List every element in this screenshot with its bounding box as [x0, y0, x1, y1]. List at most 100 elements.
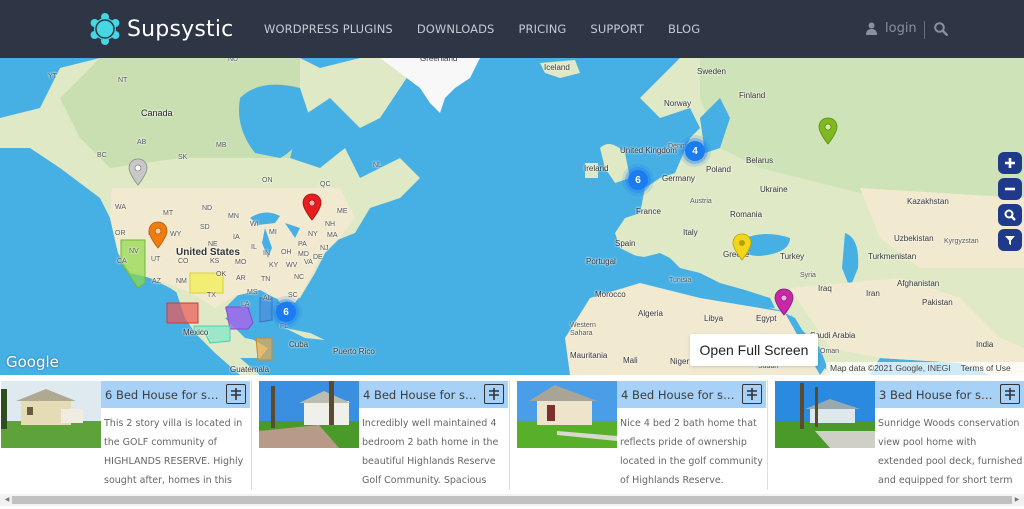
scrollbar-thumb[interactable]: [12, 496, 1012, 504]
scroll-right-arrow-icon[interactable]: ▶: [1012, 496, 1022, 504]
listing-title-bar: 3 Bed House for sale i...: [875, 381, 1024, 408]
nav-wordpress-plugins[interactable]: WORDPRESS PLUGINS: [264, 22, 393, 36]
nav-pricing[interactable]: PRICING: [518, 22, 566, 36]
nav-downloads[interactable]: DOWNLOADS: [417, 22, 495, 36]
signpost-icon[interactable]: [1000, 384, 1020, 404]
scroll-left-arrow-icon[interactable]: ◀: [2, 496, 12, 504]
map-label-region: KS: [210, 258, 220, 265]
map-label-region: LA: [241, 301, 250, 308]
map-label-region: BC: [97, 152, 107, 159]
listing-photo: [259, 381, 359, 448]
map-label-region: DE: [313, 254, 323, 261]
zoom-in-button[interactable]: [998, 152, 1022, 174]
map-label-region: AR: [236, 275, 246, 282]
map-label-region: ME: [337, 208, 348, 215]
map-label-region: MA: [327, 232, 338, 239]
listing-photo: [517, 381, 617, 448]
map-label-country: Afghanistan: [897, 279, 940, 288]
map-label-country: Poland: [706, 165, 731, 174]
map-label-region: YT: [48, 73, 57, 80]
listing-title[interactable]: 3 Bed House for sale i...: [879, 388, 999, 402]
map-label-region: ON: [262, 177, 273, 184]
map-label-country: Iran: [866, 289, 880, 298]
map-label-country: Greenland: [420, 58, 458, 63]
map-label-country: India: [976, 340, 994, 349]
listing-title[interactable]: 4 Bed House for sale ...: [621, 388, 741, 402]
nav-support[interactable]: SUPPORT: [590, 22, 644, 36]
main-nav: WORDPRESS PLUGINS DOWNLOADS PRICING SUPP…: [264, 22, 724, 36]
signpost-icon[interactable]: [742, 384, 762, 404]
signpost-icon[interactable]: [484, 384, 504, 404]
listing-photo: [775, 381, 875, 448]
map-label-country: Turkey: [780, 252, 805, 261]
map-marker-pin[interactable]: [302, 193, 322, 221]
map-marker-pin[interactable]: [128, 158, 148, 186]
listing-card[interactable]: 4 Bed House for sale ... Nice 4 bed 2 ba…: [516, 380, 768, 505]
listing-title-bar: 6 Bed House for sale ...: [101, 381, 250, 408]
listing-card[interactable]: 3 Bed House for sale i... Sunridge Woods…: [774, 380, 1024, 490]
map-label-region: WY: [170, 231, 182, 238]
map[interactable]: YT NT NU BC AB SK MB ON QC NL WA OR CA N…: [0, 58, 1024, 375]
horizontal-scrollbar[interactable]: ◀ ▶: [0, 494, 1024, 506]
map-label-region: NL: [373, 162, 382, 169]
map-label-country: Tunisia: [669, 277, 692, 284]
search-icon[interactable]: [934, 22, 948, 36]
map-label-region: WA: [115, 204, 127, 211]
map-label-region: MS: [247, 289, 258, 296]
map-label-country: Norway: [664, 99, 692, 108]
zoom-out-button[interactable]: [998, 178, 1022, 200]
site-header: Supsystic WORDPRESS PLUGINS DOWNLOADS PR…: [0, 0, 1024, 58]
nav-blog[interactable]: BLOG: [668, 22, 700, 36]
listing-title[interactable]: 4 Bed House for sale ...: [363, 388, 483, 402]
map-label-country: Iceland: [544, 63, 570, 72]
map-label-region: NY: [308, 231, 318, 238]
map-label-region: NJ: [320, 245, 329, 252]
map-label-country: Cuba: [289, 340, 309, 349]
filter-icon: [1005, 236, 1015, 245]
map-background: [0, 58, 1024, 375]
map-attribution: Map data ©2021 Google, INEGI Terms of Use: [826, 362, 1024, 375]
marker-cluster[interactable]: 4: [685, 141, 705, 161]
map-label-country: United Kingdom: [620, 146, 677, 155]
map-label-country: Ireland: [584, 164, 609, 173]
map-label-country: Puerto Rico: [333, 347, 375, 356]
marker-cluster[interactable]: 6: [276, 302, 296, 322]
map-label-region: OK: [216, 271, 227, 278]
open-full-screen-button[interactable]: Open Full Screen: [690, 334, 818, 366]
map-label-country: Belarus: [746, 156, 774, 165]
listing-card[interactable]: 4 Bed House for sale ... Incredibly well…: [258, 380, 510, 490]
map-label-region: UT: [151, 256, 161, 263]
marker-cluster[interactable]: 6: [628, 170, 648, 190]
map-label-region: MO: [235, 259, 247, 266]
map-label-region: TN: [261, 276, 271, 283]
map-label-region: QC: [320, 181, 331, 188]
map-label-region: MT: [163, 210, 174, 217]
listing-card[interactable]: 6 Bed House for sale ... This 2 story vi…: [0, 380, 252, 490]
map-label-region: MI: [269, 229, 277, 236]
map-filter-button[interactable]: [998, 229, 1022, 251]
signpost-icon[interactable]: [226, 384, 246, 404]
brand-logo[interactable]: Supsystic: [88, 12, 233, 46]
map-label-region: PA: [298, 241, 307, 248]
map-label-region: FL: [280, 323, 289, 330]
map-label-country: Austria: [690, 198, 712, 205]
listing-description: This 2 story villa is located in the GOL…: [104, 418, 244, 486]
map-marker-pin[interactable]: [148, 221, 168, 249]
map-label-region: WV: [286, 262, 298, 269]
map-label-country: Kazakhstan: [907, 197, 949, 206]
map-marker-pin[interactable]: [732, 233, 752, 261]
map-label-country: Iraq: [818, 284, 832, 293]
listing-description: Incredibly well maintained 4 bedroom 2 b…: [362, 418, 499, 486]
map-search-button[interactable]: [998, 204, 1022, 226]
listing-title[interactable]: 6 Bed House for sale ...: [105, 388, 225, 402]
map-label-country: Algeria: [638, 309, 663, 318]
login-label: login: [885, 21, 917, 36]
map-marker-pin[interactable]: [818, 117, 838, 145]
map-marker-pin[interactable]: [774, 288, 794, 316]
login-link[interactable]: login: [866, 21, 917, 36]
listing-title-bar: 4 Bed House for sale ...: [617, 381, 766, 408]
map-label-region: ND: [202, 205, 213, 212]
map-label-region: TX: [207, 292, 216, 299]
map-label-country: Sweden: [697, 67, 726, 76]
terms-of-use-link[interactable]: Terms of Use: [961, 363, 1011, 373]
